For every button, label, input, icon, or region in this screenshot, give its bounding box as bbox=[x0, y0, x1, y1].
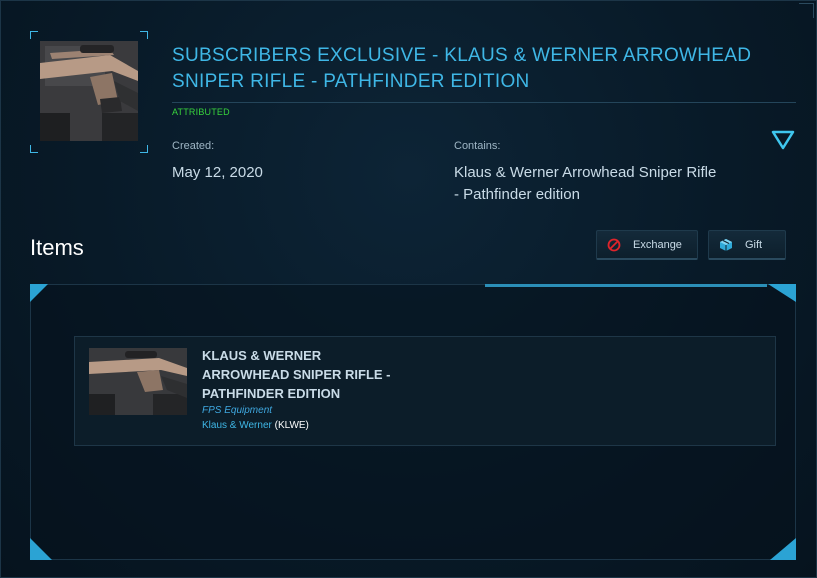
pledge-panel: SUBSCRIBERS EXCLUSIVE - KLAUS & WERNER A… bbox=[0, 0, 817, 578]
contains-label: Contains: bbox=[454, 140, 501, 152]
corner-accent-icon bbox=[768, 284, 796, 302]
chevron-down-icon[interactable] bbox=[771, 129, 795, 151]
prohibited-icon bbox=[607, 238, 621, 251]
exchange-button[interactable]: Exchange bbox=[596, 230, 698, 260]
created-label: Created: bbox=[172, 140, 215, 152]
gift-box-icon bbox=[720, 238, 732, 251]
gift-button[interactable]: Gift bbox=[708, 230, 786, 260]
corner-accent-icon bbox=[30, 538, 52, 560]
corner-accent-icon bbox=[770, 538, 796, 560]
gift-button-label: Gift bbox=[745, 238, 763, 251]
pledge-thumbnail bbox=[30, 31, 148, 153]
title-divider bbox=[172, 102, 796, 103]
contains-value: Klaus & Werner Arrowhead Sniper Rifle - … bbox=[454, 164, 717, 203]
rifle-image bbox=[40, 41, 138, 141]
manufacturer-code: (KLWE) bbox=[274, 420, 309, 431]
pledge-title: SUBSCRIBERS EXCLUSIVE - KLAUS & WERNER A… bbox=[172, 45, 752, 92]
manufacturer-name: Klaus & Werner bbox=[202, 420, 272, 431]
item-manufacturer: Klaus & Werner (KLWE) bbox=[202, 420, 309, 431]
item-type: FPS Equipment bbox=[202, 405, 273, 416]
status-badge: ATTRIBUTED bbox=[172, 107, 230, 117]
item-name: KLAUS & WERNER ARROWHEAD SNIPER RIFLE - … bbox=[202, 348, 391, 401]
corner-accent-icon bbox=[30, 284, 48, 302]
item-image bbox=[89, 348, 187, 415]
panel-corner-decoration bbox=[799, 3, 814, 18]
items-heading: Items bbox=[30, 235, 84, 260]
items-container-accent-line bbox=[485, 284, 767, 287]
created-value: May 12, 2020 bbox=[172, 164, 263, 181]
exchange-button-label: Exchange bbox=[633, 238, 682, 251]
